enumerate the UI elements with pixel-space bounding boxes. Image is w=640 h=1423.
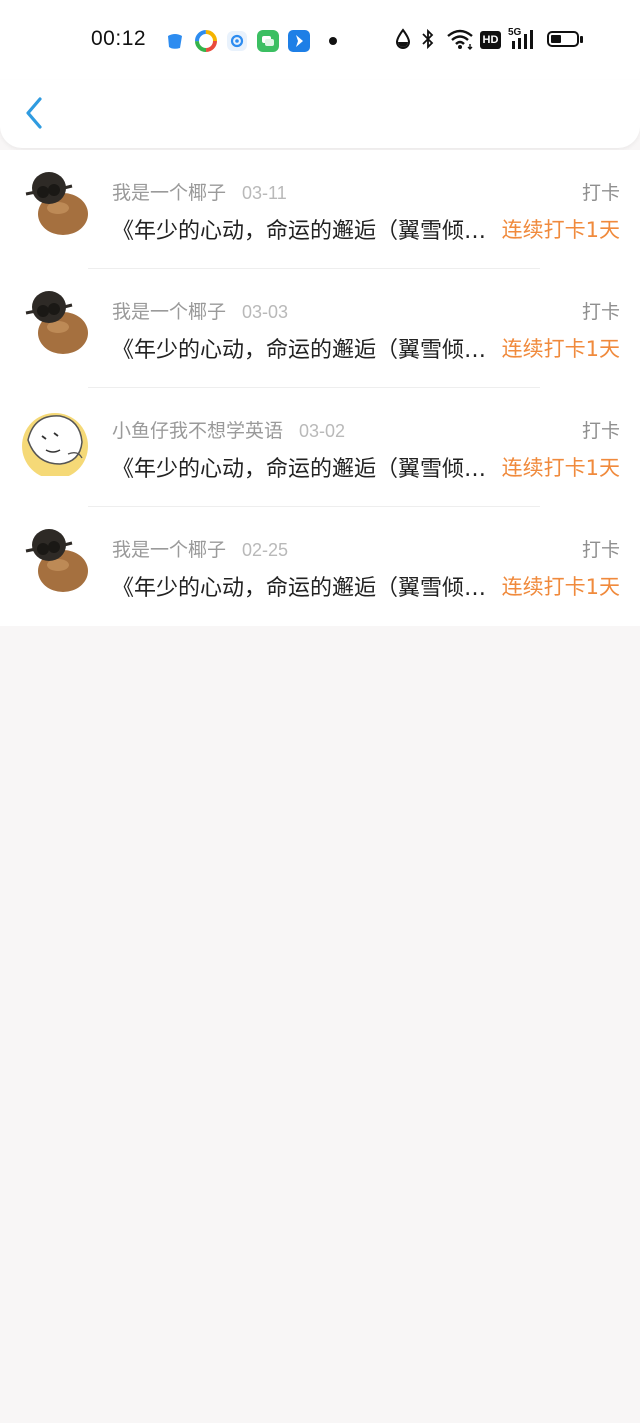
avatar[interactable] xyxy=(20,287,90,357)
streak-label: 连续打卡1天 xyxy=(501,337,620,361)
app-colorful-icon xyxy=(195,30,217,52)
back-button[interactable] xyxy=(20,94,52,132)
book-title: 《年少的心动，命运的邂逅（翼雪倾城）》 xyxy=(112,457,497,482)
status-bar: 00:12 HD 5G xyxy=(0,0,640,80)
coconut-avatar-icon xyxy=(25,172,88,235)
checkin-list: 我是一个椰子 03-11 打卡 《年少的心动，命运的邂逅（翼雪倾城）》 连续打卡1… xyxy=(0,150,640,626)
network-label: 5G xyxy=(508,27,522,38)
post-type: 打卡 xyxy=(581,182,620,204)
list-item[interactable]: 我是一个椰子 03-11 打卡 《年少的心动，命运的邂逅（翼雪倾城）》 连续打卡1… xyxy=(0,150,640,269)
app-blue-icon xyxy=(164,30,186,52)
app-messages-icon xyxy=(257,30,279,52)
post-type: 打卡 xyxy=(581,539,620,561)
post-date: 03-03 xyxy=(242,302,289,322)
user-name: 我是一个椰子 02-25 xyxy=(112,539,289,561)
post-date: 02-25 xyxy=(242,540,289,560)
avatar[interactable] xyxy=(20,406,90,479)
avatar[interactable] xyxy=(20,525,90,595)
app-mail-icon xyxy=(226,30,248,52)
book-title: 《年少的心动，命运的邂逅（翼雪倾城）》 xyxy=(112,338,497,363)
streak-label: 连续打卡1天 xyxy=(501,456,620,480)
streak-label: 连续打卡1天 xyxy=(501,218,620,242)
streak-label: 连续打卡1天 xyxy=(501,575,620,599)
user-name: 我是一个椰子 03-11 xyxy=(112,182,287,204)
post-type: 打卡 xyxy=(581,420,620,442)
hd-icon: HD xyxy=(480,31,501,49)
cartoon-animal-avatar-icon xyxy=(22,413,88,479)
list-item[interactable]: 小鱼仔我不想学英语 03-02 打卡 《年少的心动，命运的邂逅（翼雪倾城）》 连续… xyxy=(0,388,640,507)
user-name: 我是一个椰子 03-03 xyxy=(112,301,289,323)
coconut-avatar-icon xyxy=(25,529,88,592)
post-type: 打卡 xyxy=(581,301,620,323)
user-name: 小鱼仔我不想学英语 03-02 xyxy=(112,420,346,442)
post-date: 03-11 xyxy=(242,183,287,203)
notification-dot xyxy=(329,37,337,45)
app-arrow-icon xyxy=(288,30,310,52)
bluetooth-icon xyxy=(420,27,436,55)
avatar[interactable] xyxy=(20,168,90,238)
chevron-left-icon xyxy=(26,97,42,129)
post-date: 03-02 xyxy=(299,421,346,441)
coconut-avatar-icon xyxy=(25,291,88,354)
book-title: 《年少的心动，命运的邂逅（翼雪倾城）》 xyxy=(112,219,497,244)
wifi-icon xyxy=(446,27,474,55)
battery-icon xyxy=(547,31,585,49)
signal-5g-icon: 5G xyxy=(508,27,538,51)
drop-icon xyxy=(394,27,412,55)
list-item[interactable]: 我是一个椰子 03-03 打卡 《年少的心动，命运的邂逅（翼雪倾城）》 连续打卡1… xyxy=(0,269,640,388)
book-title: 《年少的心动，命运的邂逅（翼雪倾城）》 xyxy=(112,576,497,601)
list-item[interactable]: 我是一个椰子 02-25 打卡 《年少的心动，命运的邂逅（翼雪倾城）》 连续打卡1… xyxy=(0,507,640,626)
status-time: 00:12 xyxy=(91,27,147,50)
hd-label: HD xyxy=(480,31,501,49)
top-nav-bar xyxy=(0,80,640,148)
